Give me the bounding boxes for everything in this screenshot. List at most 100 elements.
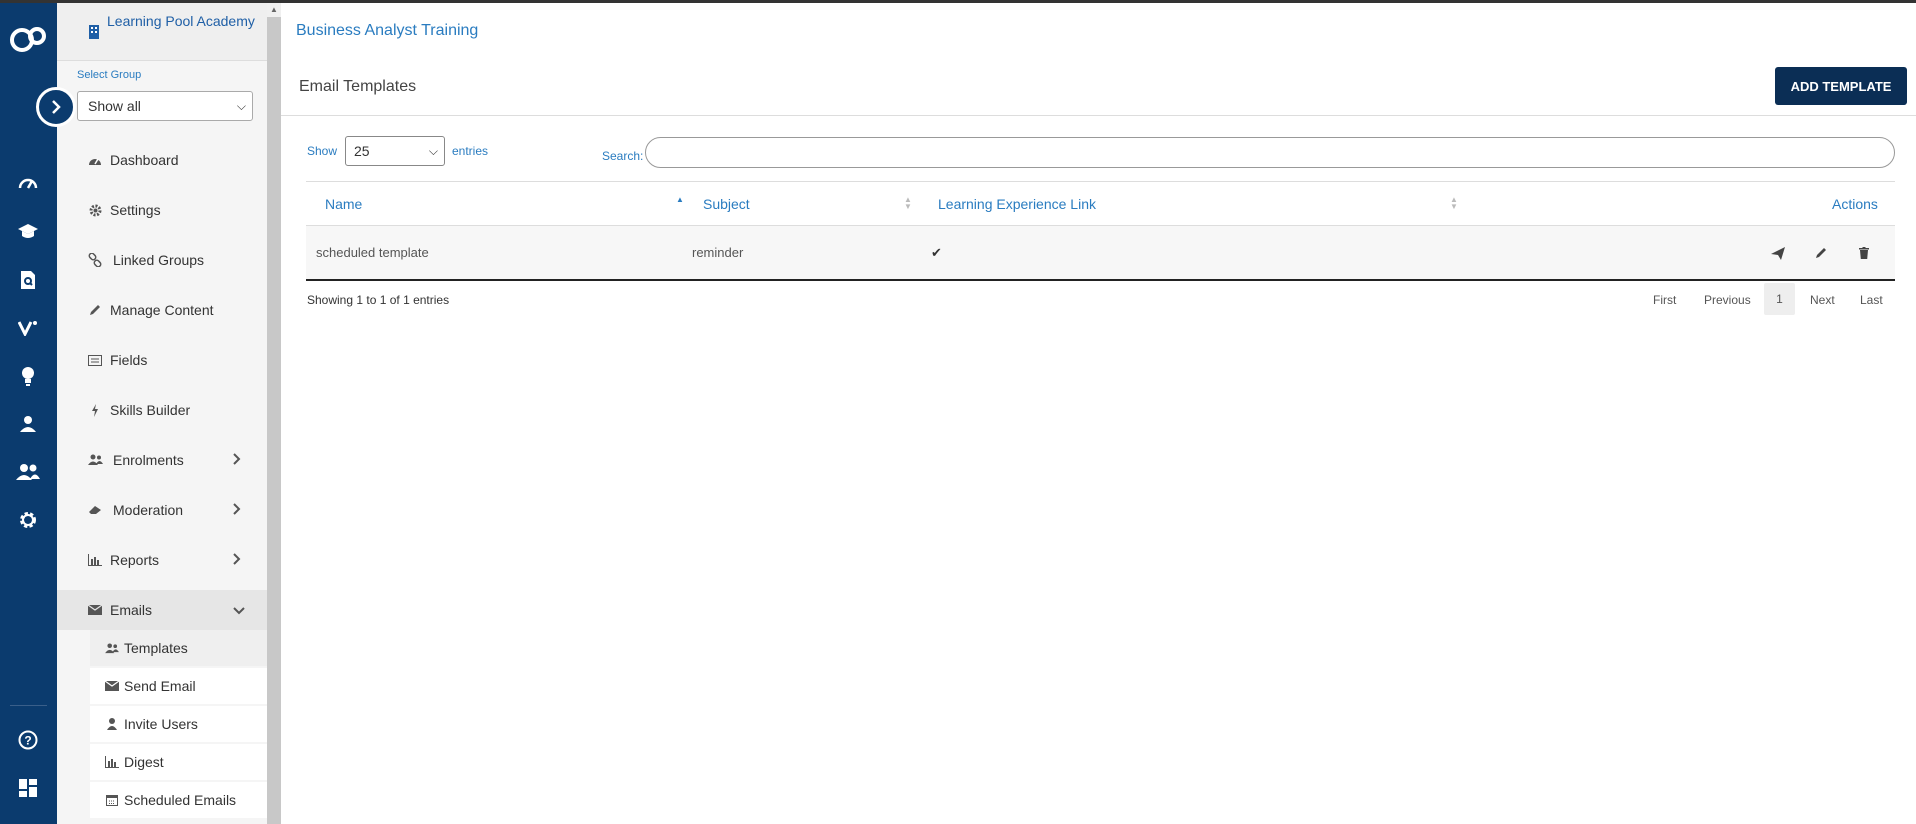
learning-pool-logo-icon[interactable] [9, 25, 47, 55]
page-title: Email Templates [299, 78, 417, 95]
sidebar-item-manage-content[interactable]: Manage Content [57, 290, 267, 330]
dashboard-grid-icon[interactable] [14, 774, 42, 802]
gear-icon[interactable] [14, 506, 42, 534]
eraser-icon [87, 502, 103, 518]
sidebar-toggle-button[interactable] [36, 87, 76, 127]
cell-name: scheduled template [316, 245, 429, 260]
sidebar-scrollbar[interactable]: ▲ [267, 3, 281, 824]
sidebar-item-linked-groups[interactable]: Linked Groups [57, 240, 267, 280]
academy-title: Learning Pool Academy [107, 13, 255, 29]
sidebar-item-label: Moderation [113, 502, 184, 518]
page-length-value: 25 [354, 143, 370, 159]
chevron-down-icon [233, 602, 245, 618]
edit-icon[interactable] [1812, 244, 1830, 262]
page-length-select[interactable]: 25 ⌵ [345, 136, 445, 166]
chevron-right-icon [52, 100, 61, 114]
column-header-name[interactable]: Name [325, 196, 362, 212]
pagination-next[interactable]: Next [1810, 293, 1835, 307]
users-icon[interactable] [14, 458, 42, 486]
send-icon[interactable] [1769, 244, 1787, 262]
chevron-down-icon: ⌵ [428, 144, 438, 158]
speedometer-icon[interactable] [14, 170, 42, 198]
cell-subject: reminder [692, 245, 744, 260]
envelope-icon [104, 678, 120, 694]
sidebar-item-label: Settings [110, 202, 161, 218]
sidebar-item-emails[interactable]: Emails [57, 590, 267, 630]
pencil-icon [87, 302, 103, 318]
column-header-actions: Actions [1832, 196, 1878, 212]
sidebar-item-fields[interactable]: Fields [57, 340, 267, 380]
pagination-previous[interactable]: Previous [1704, 293, 1751, 307]
calendar-icon [104, 792, 120, 808]
v-brand-icon[interactable] [14, 314, 42, 342]
table-row: scheduled template reminder ✔ [306, 226, 1895, 281]
sidebar-item-label: Fields [110, 352, 148, 368]
chevron-down-icon: ⌵ [236, 99, 246, 113]
sidebar-subitem-send-email[interactable]: Send Email [90, 668, 267, 704]
pagination-first[interactable]: First [1653, 293, 1676, 307]
sidebar-item-label: Enrolments [113, 452, 184, 468]
user-icon [104, 716, 120, 732]
svg-text:?: ? [24, 734, 31, 748]
divider [281, 115, 1916, 116]
gear-icon [87, 202, 103, 218]
entries-label: entries [452, 144, 489, 158]
lightbulb-icon[interactable] [14, 362, 42, 390]
help-circle-icon[interactable]: ? [14, 726, 42, 754]
sidebar-item-label: Dashboard [110, 152, 179, 168]
list-icon [87, 352, 103, 368]
scroll-up-arrow-icon[interactable]: ▲ [267, 3, 281, 17]
chevron-right-icon [233, 452, 241, 468]
sidebar-item-dashboard[interactable]: Dashboard [57, 140, 267, 180]
bar-chart-icon [87, 552, 103, 568]
sidebar-subitem-scheduled-emails[interactable]: Scheduled Emails [90, 782, 267, 818]
trash-icon[interactable] [1855, 244, 1873, 262]
users-icon [87, 452, 103, 468]
pagination-last[interactable]: Last [1860, 293, 1883, 307]
sidebar-item-label: Reports [110, 552, 160, 568]
file-search-icon[interactable] [14, 266, 42, 294]
link-icon [87, 252, 103, 268]
check-icon: ✔ [931, 245, 942, 260]
sidebar-item-skills-builder[interactable]: Skills Builder [57, 390, 267, 430]
column-header-subject[interactable]: Subject [703, 196, 750, 212]
sidebar-subitem-templates[interactable]: Templates [90, 630, 267, 666]
sidebar-subitem-label: Send Email [124, 678, 196, 694]
sidebar-item-label: Linked Groups [113, 252, 205, 268]
sidebar-item-label: Emails [110, 602, 153, 618]
graduation-cap-icon[interactable] [14, 218, 42, 246]
sidebar-subitem-label: Templates [124, 640, 188, 656]
pagination-current-page[interactable]: 1 [1764, 283, 1795, 315]
sidebar-subitem-invite-users[interactable]: Invite Users [90, 706, 267, 742]
column-header-learning-experience-link[interactable]: Learning Experience Link [938, 196, 1096, 212]
sidebar-item-label: Manage Content [110, 302, 214, 318]
sidebar-subitem-label: Digest [124, 754, 164, 770]
main-content: Business Analyst Training Email Template… [281, 3, 1916, 824]
breadcrumb[interactable]: Business Analyst Training [296, 22, 478, 40]
sort-asc-icon[interactable]: ▲ [676, 196, 684, 204]
add-template-button[interactable]: ADD TEMPLATE [1775, 67, 1907, 105]
academy-header[interactable]: Learning Pool Academy [57, 3, 267, 61]
sort-both-icon[interactable]: ▲ ▼ [904, 196, 912, 211]
group-select[interactable]: Show all ⌵ [77, 91, 253, 121]
sidebar: Learning Pool Academy Select Group Show … [57, 3, 267, 824]
show-label: Show [307, 144, 338, 158]
user-icon[interactable] [14, 410, 42, 438]
sidebar-item-settings[interactable]: Settings [57, 190, 267, 230]
chevron-right-icon [233, 552, 241, 568]
sidebar-item-reports[interactable]: Reports [57, 540, 267, 580]
table-header: Name ▲ Subject ▲ ▼ Learning Experience Li… [306, 181, 1895, 226]
select-group-label: Select Group [77, 69, 142, 81]
bar-chart-icon [104, 754, 120, 770]
sort-both-icon[interactable]: ▲ ▼ [1450, 196, 1458, 211]
sidebar-item-enrolments[interactable]: Enrolments [57, 440, 267, 480]
sidebar-item-moderation[interactable]: Moderation [57, 490, 267, 530]
search-label: Search: [602, 149, 644, 163]
building-icon [89, 25, 99, 39]
bolt-icon [87, 402, 103, 418]
sidebar-subitem-digest[interactable]: Digest [90, 744, 267, 780]
sidebar-subitem-label: Scheduled Emails [124, 792, 237, 808]
envelope-icon [87, 602, 103, 618]
search-input[interactable] [645, 137, 1895, 168]
sidebar-item-label: Skills Builder [110, 402, 191, 418]
